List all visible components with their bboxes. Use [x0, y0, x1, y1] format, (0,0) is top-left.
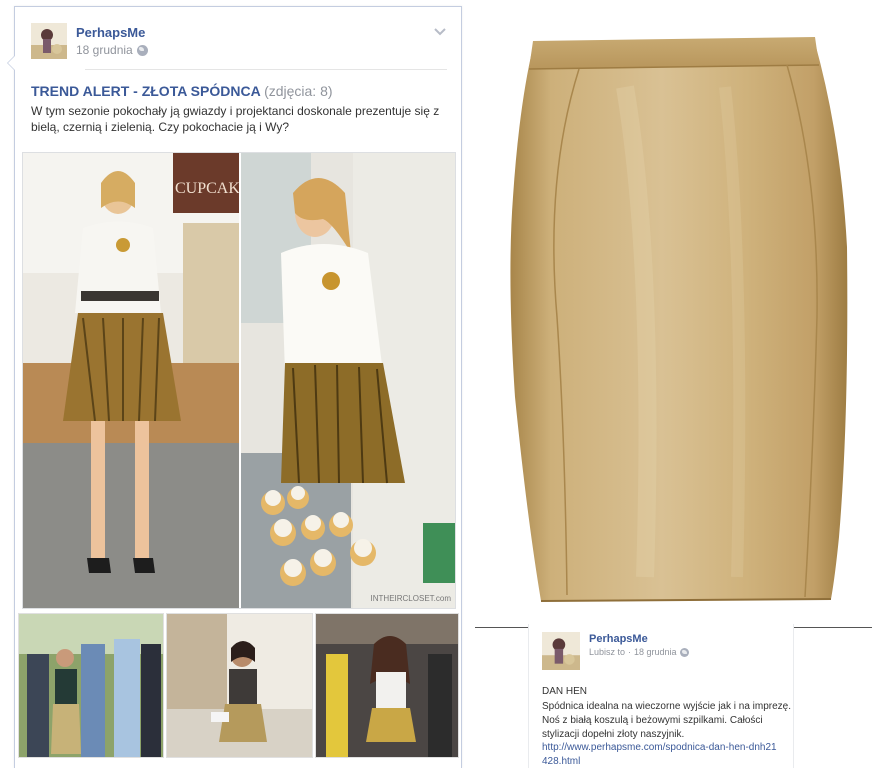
gold-pencil-skirt: [510, 37, 848, 602]
main-photo-image: CUPCAKE INTHEIRCLOSET.com: [23, 153, 455, 608]
post-date-text[interactable]: 18 grudnia: [76, 43, 133, 57]
thumbnail-image: [167, 614, 312, 757]
author-avatar[interactable]: [31, 23, 67, 59]
post-timestamp[interactable]: 18 grudnia: [76, 43, 148, 57]
author-avatar[interactable]: [542, 632, 580, 670]
thumbnail-image: [316, 614, 458, 757]
like-label[interactable]: Lubisz to: [589, 647, 625, 657]
photo-thumbnail[interactable]: [18, 613, 164, 758]
post-header: PerhapsMe 18 grudnia: [31, 23, 447, 67]
album-title[interactable]: TREND ALERT - ZŁOTA SPÓDNCA: [31, 83, 260, 99]
photo-thumbnail[interactable]: [166, 613, 313, 758]
product-post-date[interactable]: 18 grudnia: [634, 647, 677, 657]
meta-separator: ·: [628, 647, 632, 657]
product-image[interactable]: [475, 17, 872, 627]
product-description: Spódnica idealna na wieczorne wyjście ja…: [542, 701, 792, 740]
globe-icon: [679, 647, 689, 657]
post-title[interactable]: TREND ALERT - ZŁOTA SPÓDNCA (zdjęcia: 8): [31, 83, 333, 99]
cupcake-sign: CUPCAKE: [175, 180, 250, 197]
photo-thumbnail[interactable]: [315, 613, 459, 758]
post-author-name[interactable]: PerhapsMe: [76, 25, 145, 40]
product-name: DAN HEN: [542, 686, 588, 697]
product-post-card: PerhapsMe Lubisz to · 18 grudnia DAN HEN…: [528, 624, 794, 768]
thumbnail-image: [19, 614, 163, 757]
chevron-down-icon[interactable]: [433, 27, 447, 37]
product-post-meta: Lubisz to · 18 grudnia: [589, 647, 689, 657]
photo-credit: INTHEIRCLOSET.com: [371, 594, 452, 603]
header-divider: [85, 69, 447, 70]
main-photo[interactable]: CUPCAKE INTHEIRCLOSET.com: [22, 152, 456, 609]
post-text: W tym sezonie pokochały ją gwiazdy i pro…: [31, 104, 440, 134]
post-card: PerhapsMe 18 grudnia TREND ALERT - ZŁOTA…: [7, 6, 462, 768]
post-caret: [7, 55, 15, 71]
product-link[interactable]: http://www.perhapsme.com/spodnica-dan-he…: [542, 741, 782, 768]
photo-count: (zdjęcia: 8): [264, 83, 333, 99]
globe-icon: [136, 44, 148, 56]
product-post-author[interactable]: PerhapsMe: [589, 633, 648, 645]
